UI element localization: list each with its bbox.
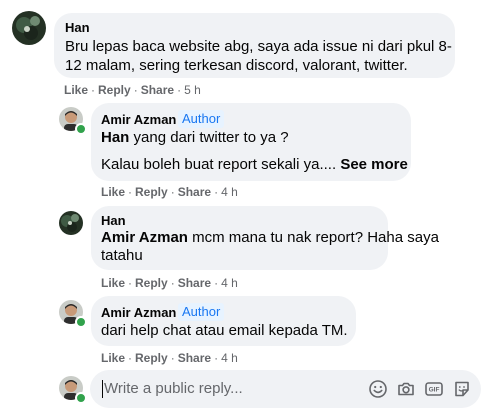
share-link[interactable]: Share (178, 351, 211, 365)
author-badge: Author (178, 303, 225, 321)
see-more-link[interactable]: See more (340, 156, 408, 173)
comment-author[interactable]: Han (65, 20, 90, 35)
mention-link[interactable]: Han (101, 129, 129, 146)
text-caret (102, 380, 103, 398)
reply-placeholder: Write a public reply... (104, 380, 243, 397)
comment-text-line: tatahu (101, 247, 143, 264)
svg-text:GIF: GIF (429, 387, 440, 394)
share-link[interactable]: Share (141, 83, 174, 97)
like-link[interactable]: Like (101, 185, 125, 199)
reply-link[interactable]: Reply (135, 351, 168, 365)
like-link[interactable]: Like (64, 83, 88, 97)
comment-author[interactable]: Han (101, 213, 126, 228)
comment-text-line: Bru lepas baca website abg, saya ada iss… (65, 38, 452, 55)
like-link[interactable]: Like (101, 276, 125, 290)
gif-icon[interactable]: GIF (424, 379, 444, 399)
smiley-icon[interactable] (368, 379, 388, 399)
mention-link[interactable]: Amir Azman (101, 229, 188, 246)
avatar-han-image (12, 11, 46, 45)
comment-actions: Like · Reply · Share · 4 h (101, 351, 238, 365)
reply-link[interactable]: Reply (135, 185, 168, 199)
timestamp[interactable]: 4 h (221, 351, 238, 365)
like-link[interactable]: Like (101, 351, 125, 365)
comment-text-line: Amir Azman mcm mana tu nak report? Haha … (101, 229, 439, 246)
comment-author[interactable]: Amir Azman (101, 112, 176, 127)
share-link[interactable]: Share (178, 276, 211, 290)
comment-actions: Like · Reply · Share · 4 h (101, 185, 238, 199)
comment-text-line: Kalau boleh buat report sekali ya.... Se… (101, 156, 408, 173)
avatar-han[interactable] (12, 11, 46, 45)
comment-text-line: dari help chat atau email kepada TM. (101, 322, 348, 339)
comment-actions: Like · Reply · Share · 4 h (101, 276, 238, 290)
comment-actions: Like · Reply · Share · 5 h (64, 83, 201, 97)
comment-text-line: Han yang dari twitter to ya ? (101, 129, 289, 146)
avatar-han[interactable] (59, 211, 83, 235)
sticker-icon[interactable] (452, 379, 472, 399)
comment-author[interactable]: Amir Azman (101, 305, 176, 320)
online-status-dot (75, 123, 87, 135)
timestamp[interactable]: 4 h (221, 185, 238, 199)
timestamp[interactable]: 5 h (184, 83, 201, 97)
camera-icon[interactable] (396, 379, 416, 399)
online-status-dot (75, 392, 87, 404)
author-badge: Author (178, 110, 225, 128)
reply-link[interactable]: Reply (98, 83, 131, 97)
avatar-han-image (59, 211, 83, 235)
reply-input[interactable]: Write a public reply... GIF (90, 370, 481, 408)
online-status-dot (75, 316, 87, 328)
comment-text-line: 12 malam, sering terkesan discord, valor… (65, 57, 408, 74)
share-link[interactable]: Share (178, 185, 211, 199)
reply-link[interactable]: Reply (135, 276, 168, 290)
timestamp[interactable]: 4 h (221, 276, 238, 290)
